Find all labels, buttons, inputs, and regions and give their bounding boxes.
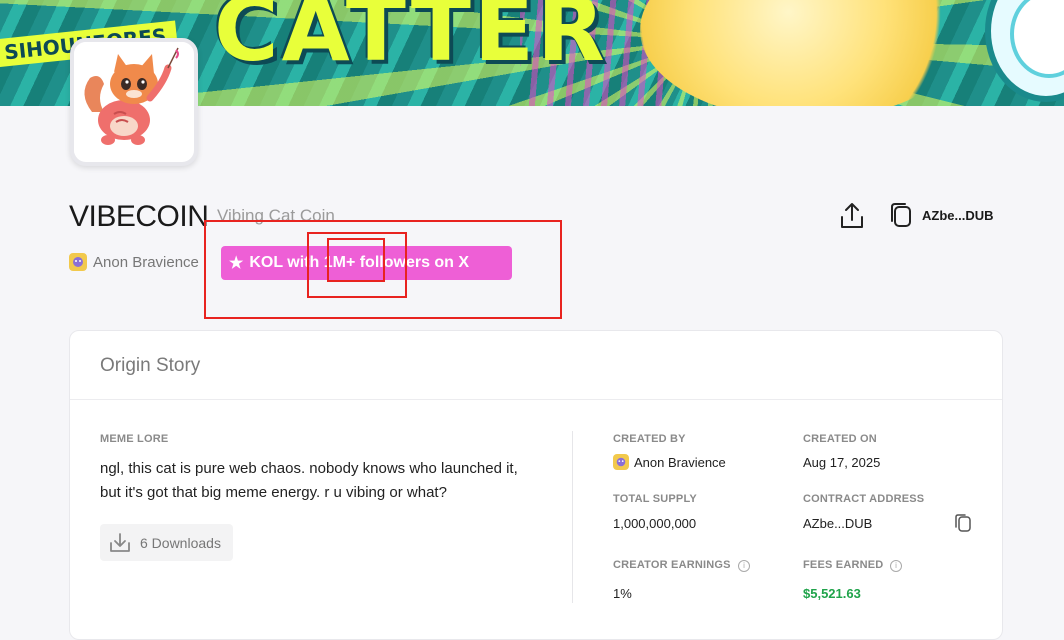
contract-address-short: AZbe...DUB: [922, 207, 994, 223]
origin-story-title: Origin Story: [100, 355, 201, 376]
creator-earnings-label: CREATOR EARNINGS: [613, 559, 731, 571]
download-icon: [110, 532, 130, 552]
card-divider: [70, 399, 1002, 400]
copy-icon: [891, 203, 911, 227]
coin-avatar: [70, 38, 198, 166]
share-button[interactable]: [838, 201, 866, 231]
meme-lore-text: ngl, this cat is pure web chaos. nobody …: [100, 460, 518, 501]
total-supply-label: TOTAL SUPPLY: [613, 493, 697, 505]
downloads-button[interactable]: 6 Downloads: [100, 524, 233, 561]
contract-address-label: CONTRACT ADDRESS: [803, 493, 925, 505]
total-supply-value: 1,000,000,000: [613, 516, 697, 531]
created-by-name: Anon Bravience: [634, 454, 726, 470]
annotation-box-inner: [327, 238, 385, 282]
creator-link[interactable]: Anon Bravience: [69, 253, 199, 271]
creator-avatar-icon: [69, 253, 87, 271]
meme-lore-label: MEME LORE: [100, 433, 169, 445]
banner-art-title: CATTER: [214, 0, 608, 81]
fees-earned-label: FEES EARNED: [803, 559, 884, 571]
copy-icon: [955, 514, 971, 532]
contract-address-value: AZbe...DUB: [803, 516, 873, 531]
created-by-value[interactable]: Anon Bravience: [613, 454, 726, 470]
created-on-label: CREATED ON: [803, 433, 877, 445]
created-by-label: CREATED BY: [613, 433, 686, 445]
vertical-divider: [572, 431, 573, 603]
info-icon[interactable]: i: [890, 560, 902, 572]
copy-address-button[interactable]: AZbe...DUB: [888, 201, 994, 229]
copy-contract-button[interactable]: [954, 513, 972, 538]
coin-name: VIBECOIN: [69, 200, 209, 233]
origin-story-card: Origin Story MEME LORE ngl, this cat is …: [69, 330, 1003, 640]
creator-name: Anon Bravience: [93, 253, 199, 271]
fees-earned-value: $5,521.63: [803, 586, 861, 601]
downloads-label: 6 Downloads: [140, 534, 221, 551]
created-on-value: Aug 17, 2025: [803, 455, 881, 470]
info-icon[interactable]: i: [738, 560, 750, 572]
creator-avatar-icon: [613, 454, 629, 470]
creator-earnings-value: 1%: [613, 586, 632, 601]
cat-mascot-image: [74, 42, 186, 154]
share-icon: [841, 203, 863, 228]
